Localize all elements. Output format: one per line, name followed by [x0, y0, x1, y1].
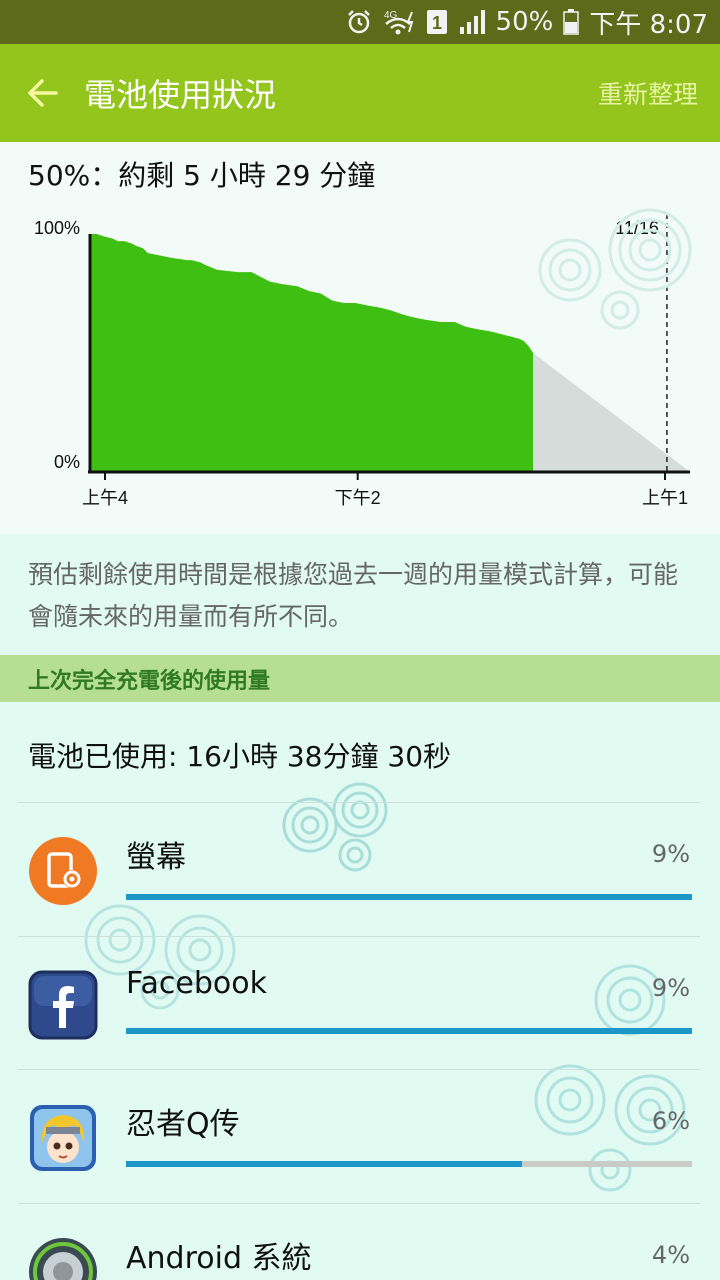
battery-percent: 50% — [495, 7, 554, 37]
back-button[interactable] — [0, 44, 84, 142]
status-bar: 4G 1 50% 下午 8:07 — [0, 0, 720, 44]
facebook-icon — [28, 970, 98, 1040]
app-name: Android 系統 — [126, 1241, 312, 1276]
sim-icon: 1 — [426, 7, 448, 37]
usage-bar-fill — [126, 1028, 692, 1034]
app-percent: 9% — [651, 974, 690, 1002]
app-name: Facebook — [126, 966, 267, 1001]
signal-icon — [458, 7, 486, 37]
back-arrow-icon — [28, 79, 58, 107]
battery-chart-section: 11/16 100% 0% 上午4 下午2 上午1 50%：約剩 5 小時 29 分鐘 — [0, 142, 720, 534]
battery-used-total: 電池已使用: 16小時 38分鐘 30秒 — [28, 740, 452, 773]
section-header: 上次完全充電後的使用量 — [0, 655, 720, 702]
clock: 下午 8:07 — [589, 9, 708, 40]
app-percent: 6% — [651, 1107, 690, 1135]
x-tick-label: 下午2 — [335, 488, 381, 508]
app-percent: 4% — [651, 1241, 690, 1269]
app-name: 螢幕 — [126, 840, 186, 875]
x-tick-label: 上午4 — [82, 488, 128, 508]
android-system-icon — [28, 1237, 98, 1280]
usage-bar-fill — [126, 894, 692, 900]
date-marker-label: 11/16 — [615, 218, 659, 238]
x-tick-label: 上午1 — [642, 488, 688, 508]
usage-bar — [126, 1161, 692, 1167]
usage-bar-fill — [126, 1161, 523, 1167]
y-tick-label: 0% — [54, 452, 80, 472]
app-usage-row[interactable]: Android 系統 4% — [0, 1203, 720, 1280]
app-usage-row[interactable]: Facebook 9% — [0, 936, 720, 1070]
app-bar: 電池使用狀況 重新整理 — [0, 44, 720, 142]
refresh-button[interactable]: 重新整理 — [598, 44, 698, 142]
usage-bar — [126, 894, 692, 900]
estimate-headline: 50%：約剩 5 小時 29 分鐘 — [28, 159, 376, 192]
app-usage-row[interactable]: 螢幕 9% — [0, 802, 720, 936]
page-title: 電池使用狀況 — [84, 76, 277, 114]
app-percent: 9% — [651, 840, 690, 868]
y-tick-label: 100% — [34, 218, 80, 238]
svg-text:1: 1 — [432, 13, 442, 33]
estimate-note: 預估剩餘使用時間是根據您過去一週的用量模式計算，可能會隨未來的用量而有所不同。 — [28, 560, 679, 631]
battery-used-area — [90, 234, 534, 472]
usage-bar — [126, 1028, 692, 1034]
app-usage-row[interactable]: 忍者Q传 6% — [0, 1069, 720, 1203]
screen-settings-icon — [28, 836, 98, 906]
alarm-icon — [346, 7, 372, 37]
ninja-game-icon — [28, 1103, 98, 1173]
app-name: 忍者Q传 — [126, 1107, 240, 1142]
wifi-4g-icon: 4G — [382, 7, 416, 37]
battery-chart: 11/16 100% 0%上午4 下午2 上午1 — [34, 214, 690, 508]
battery-icon — [563, 7, 580, 37]
